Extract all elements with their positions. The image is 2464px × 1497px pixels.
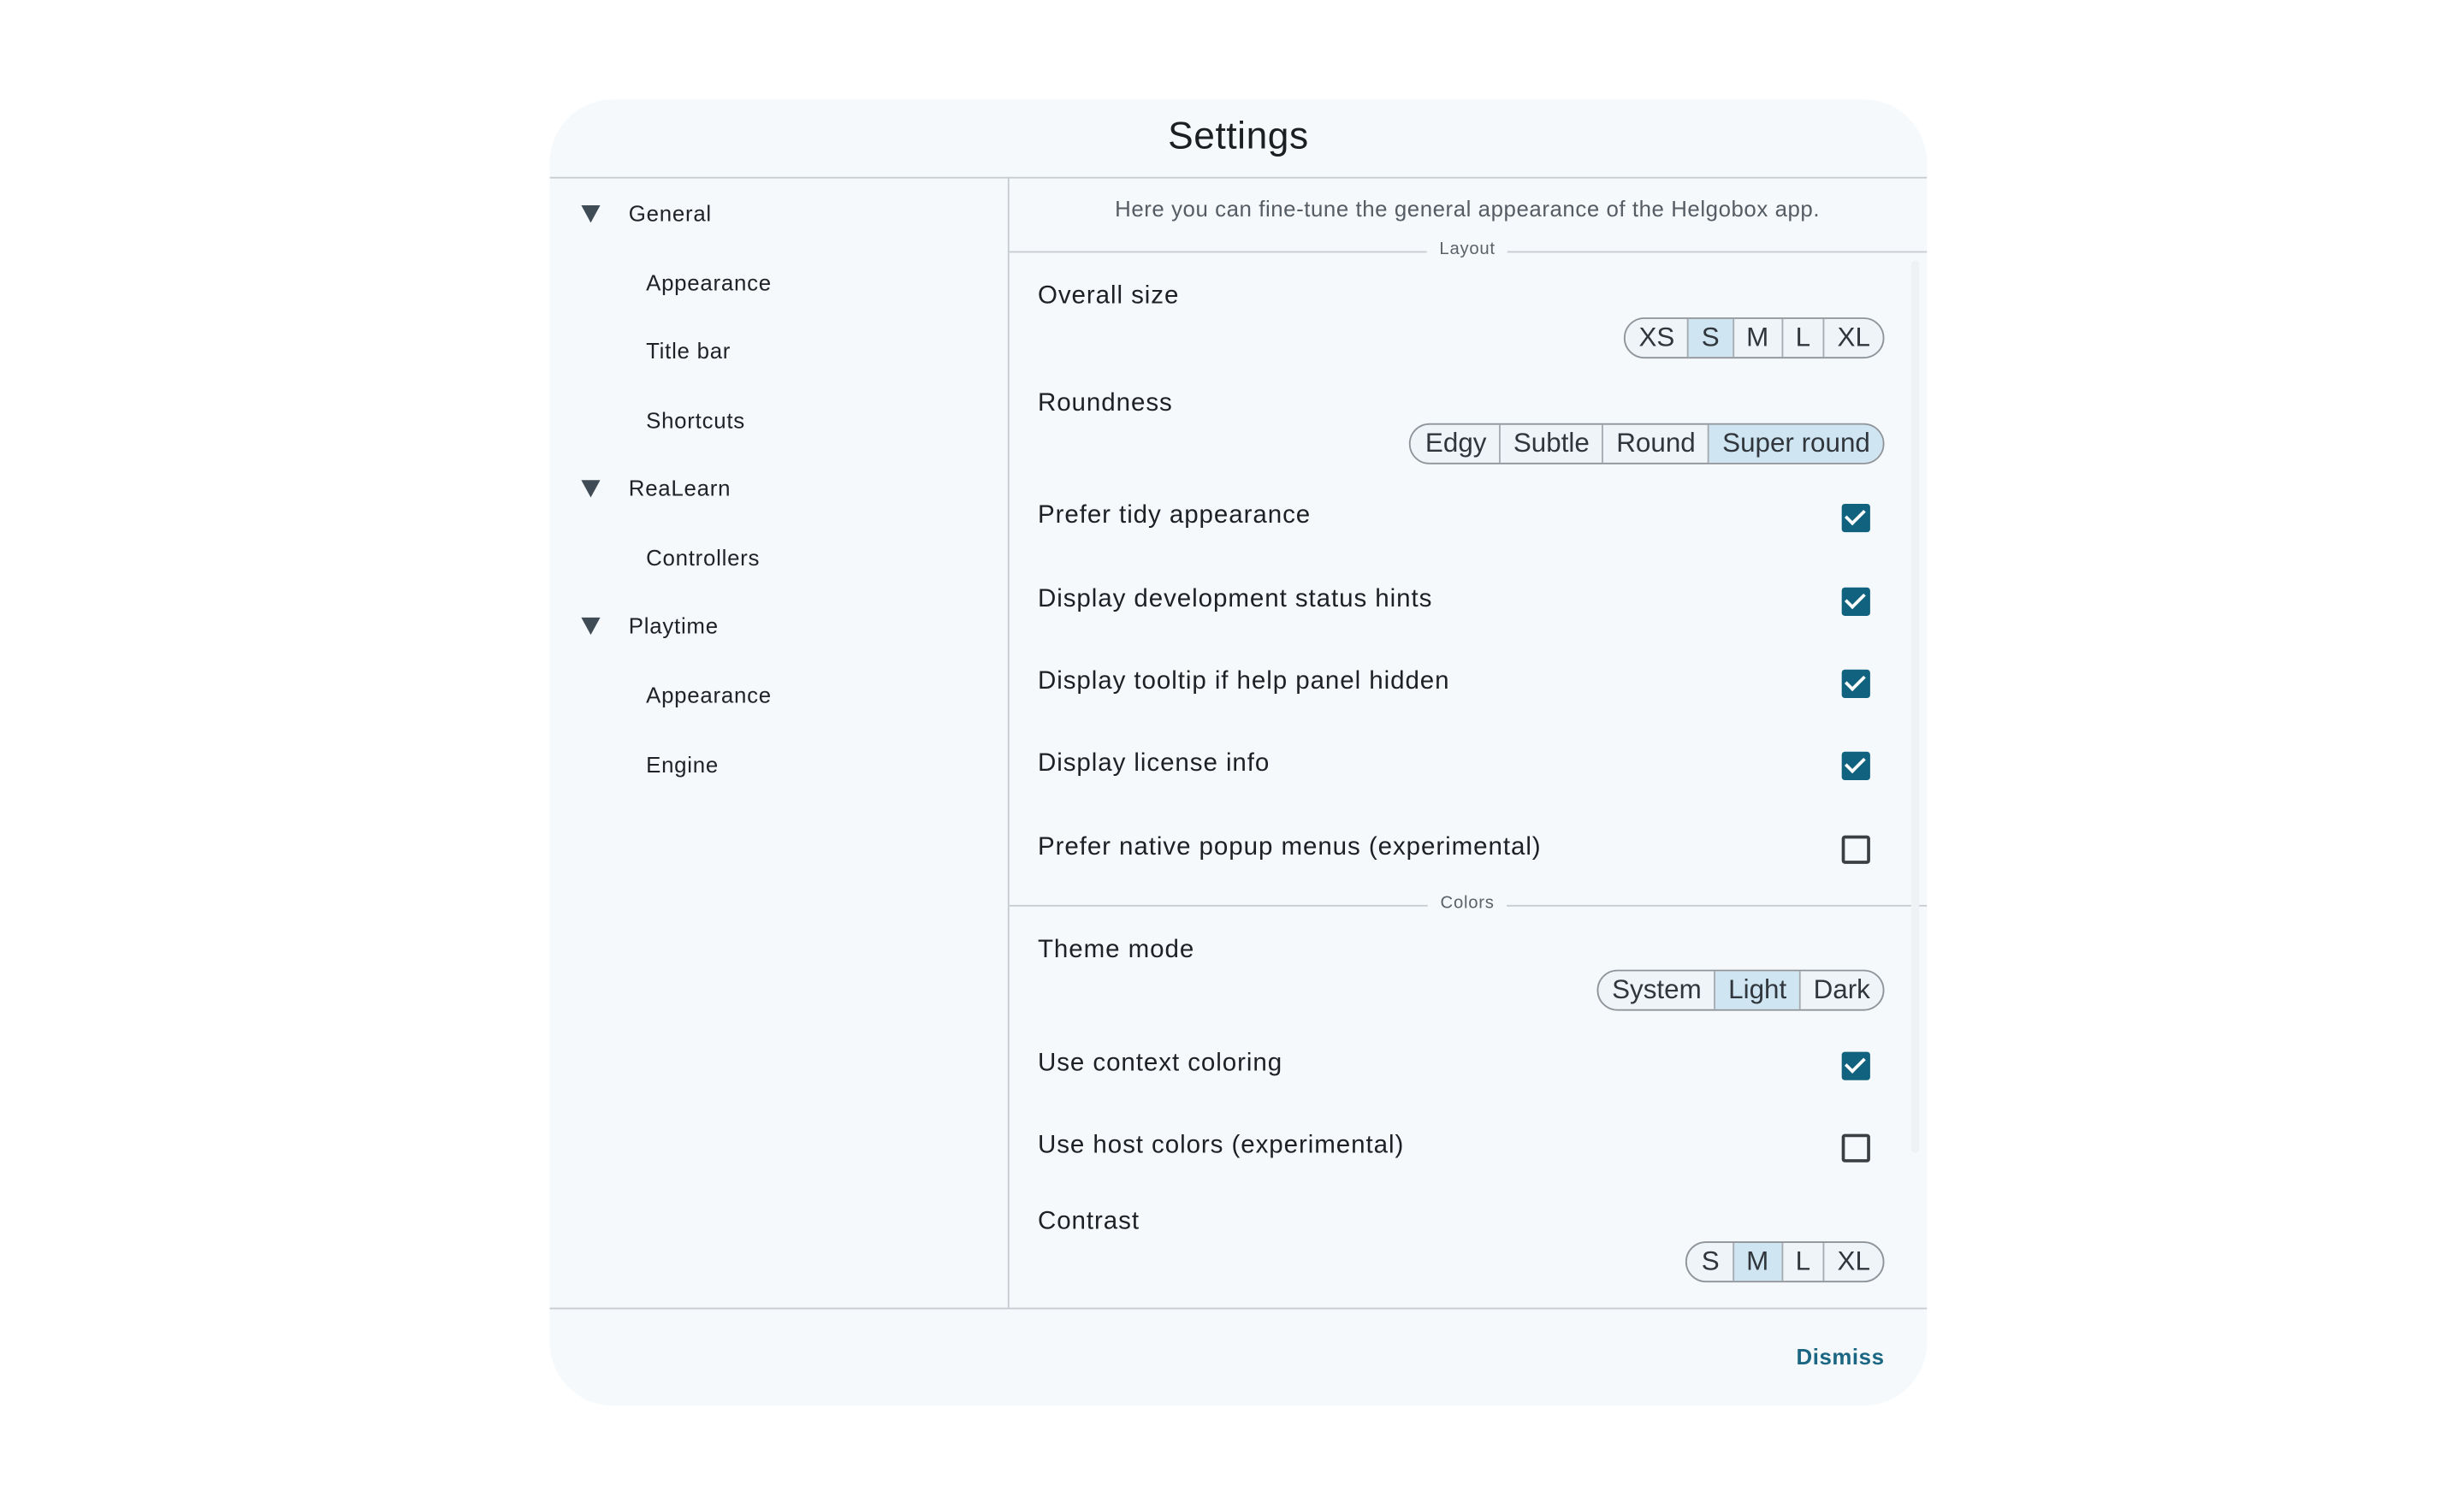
checkbox[interactable] (1841, 751, 1870, 781)
sidebar-group-realearn[interactable]: ReaLearn (629, 476, 731, 501)
scrollbar[interactable] (1910, 260, 1920, 1153)
checkbox[interactable] (1841, 669, 1870, 699)
option-xl[interactable]: XL (1822, 318, 1883, 358)
expand-triangle-icon[interactable] (581, 480, 601, 498)
dismiss-button[interactable]: Dismiss (1797, 1344, 1885, 1370)
settings-dialog: Settings General Appearance Title bar Short… (549, 99, 1928, 1406)
roundness-label: Roundness (1037, 390, 1173, 417)
option-dark[interactable]: Dark (1798, 971, 1883, 1009)
dialog-title: Settings (1168, 115, 1309, 158)
checkbox[interactable] (1841, 1051, 1870, 1080)
section-colors: Colors (1427, 893, 1507, 914)
expand-triangle-icon[interactable] (581, 617, 601, 636)
sidebar-item-shortcuts[interactable]: Shortcuts (646, 407, 745, 433)
option-xl[interactable]: XL (1822, 1242, 1883, 1281)
sidebar-divider (1007, 176, 1010, 1308)
contrast-selector: S M L XL (1685, 1241, 1885, 1283)
checkbox[interactable] (1841, 835, 1870, 864)
sidebar-group-playtime[interactable]: Playtime (629, 612, 719, 638)
option-label: Display development status hints (1037, 585, 1433, 613)
option-label: Prefer native popup menus (experimental) (1037, 833, 1542, 861)
overall-size-label: Overall size (1037, 282, 1180, 310)
option-s[interactable]: S (1687, 318, 1732, 358)
option-s[interactable]: S (1687, 1243, 1732, 1281)
description: Here you can fine-tune the general appea… (1115, 195, 1821, 222)
roundness-selector: Edgy Subtle Round Super round (1409, 423, 1885, 464)
option-label: Display license info (1037, 749, 1270, 778)
section-layout: Layout (1426, 240, 1508, 259)
sidebar-item-title-bar[interactable]: Title bar (646, 338, 731, 364)
option-edgy[interactable]: Edgy (1411, 425, 1499, 463)
option-system[interactable]: System (1597, 971, 1714, 1009)
expand-triangle-icon[interactable] (581, 205, 601, 223)
option-m[interactable]: M (1732, 318, 1781, 358)
checkbox[interactable] (1841, 587, 1870, 617)
option-light[interactable]: Light (1714, 971, 1799, 1009)
option-label: Use context coloring (1037, 1050, 1283, 1078)
theme-mode-selector: System Light Dark (1596, 969, 1885, 1011)
option-label: Prefer tidy appearance (1037, 502, 1312, 530)
sidebar-group-general[interactable]: General (629, 200, 712, 226)
sidebar-item-appearance[interactable]: Appearance (646, 683, 772, 708)
option-xs[interactable]: XS (1625, 319, 1687, 357)
checkbox[interactable] (1841, 1133, 1870, 1163)
checkbox[interactable] (1841, 503, 1870, 533)
sidebar-item-controllers[interactable]: Controllers (646, 545, 760, 571)
option-label: Use host colors (experimental) (1037, 1132, 1405, 1160)
header-divider (549, 176, 1928, 179)
sidebar-item-engine[interactable]: Engine (646, 752, 719, 778)
option-label: Display tooltip if help panel hidden (1037, 667, 1450, 695)
option-subtle[interactable]: Subtle (1499, 424, 1602, 463)
sidebar-item-appearance[interactable]: Appearance (646, 270, 772, 296)
option-m[interactable]: M (1732, 1242, 1782, 1281)
overall-size-selector: XS S M L XL (1623, 317, 1885, 359)
option-l[interactable]: L (1781, 318, 1823, 358)
option-round[interactable]: Round (1602, 424, 1709, 463)
footer-divider (549, 1307, 1928, 1310)
option-l[interactable]: L (1781, 1242, 1823, 1281)
contrast-label: Contrast (1037, 1208, 1140, 1235)
theme-mode-label: Theme mode (1037, 936, 1195, 964)
option-super-round[interactable]: Super round (1708, 424, 1883, 463)
